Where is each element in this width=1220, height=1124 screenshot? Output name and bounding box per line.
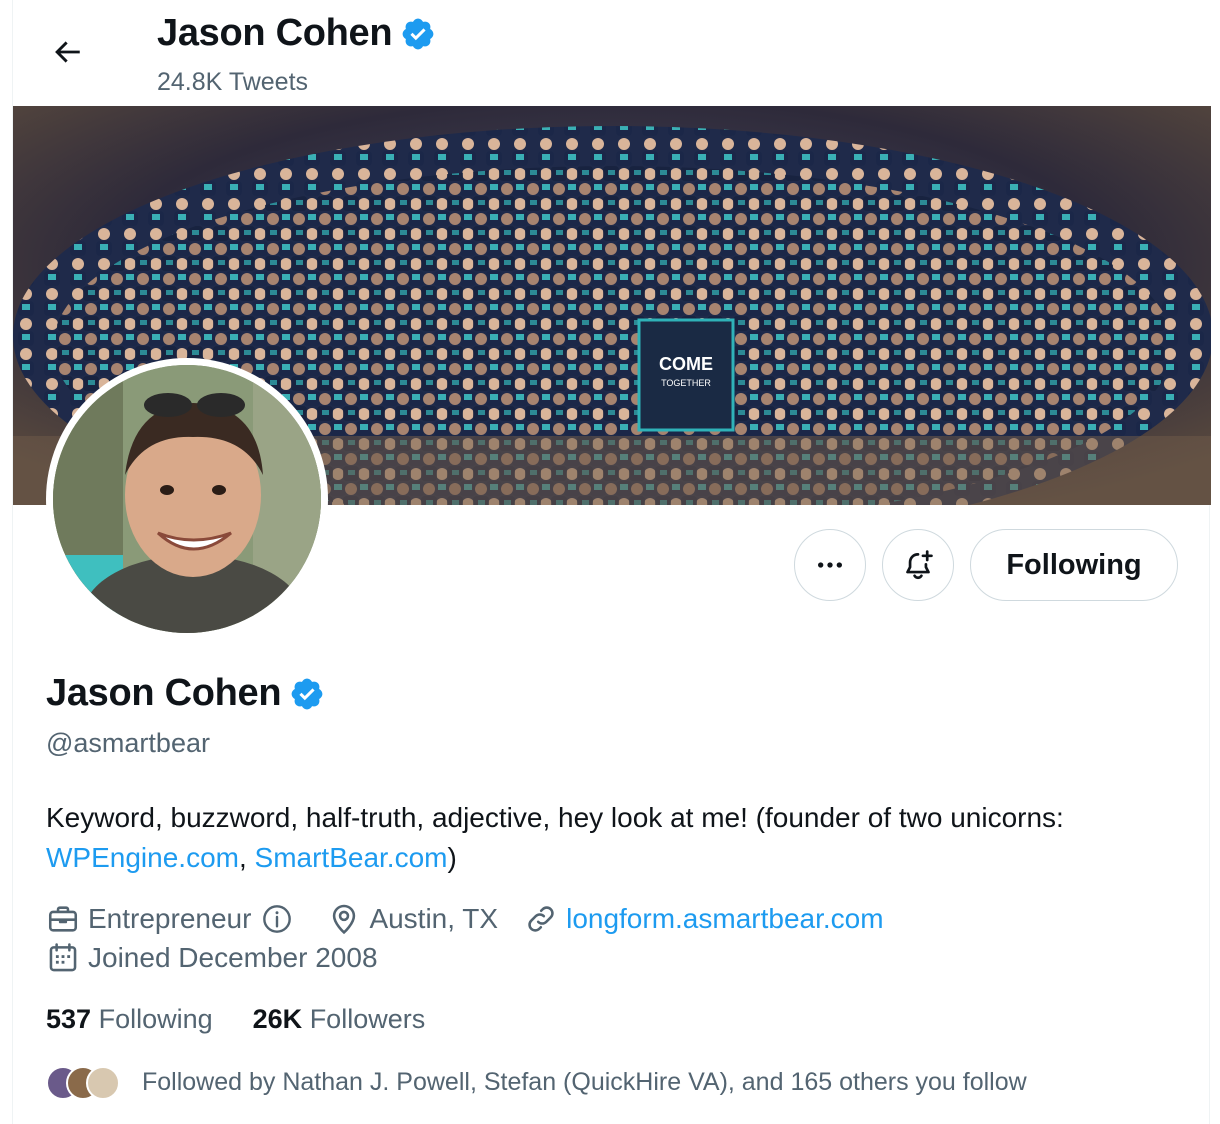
following-button[interactable]: Following xyxy=(970,529,1178,601)
notifications-button[interactable] xyxy=(882,529,954,601)
bio-text: Keyword, buzzword, half-truth, adjective… xyxy=(46,802,1064,833)
bio-separator: , xyxy=(238,842,255,873)
profile-column: Jason Cohen 24.8K Tweets COME TOGETHER F… xyxy=(12,0,1211,1124)
following-count: 537 xyxy=(46,1004,92,1034)
profile-meta-row: Entrepreneur Austin, TX longform.asmartb… xyxy=(46,902,910,936)
profile-handle: @asmartbear xyxy=(46,728,210,758)
profile-name-row: Jason Cohen xyxy=(46,672,325,715)
tweet-count: 24.8K Tweets xyxy=(157,68,309,96)
joined-label: Joined December 2008 xyxy=(88,942,378,973)
job-label: Entrepreneur xyxy=(88,903,252,934)
job-item: Entrepreneur xyxy=(46,902,301,936)
location-label: Austin, TX xyxy=(369,903,499,934)
verified-badge-icon xyxy=(402,18,434,49)
header-name-row: Jason Cohen xyxy=(157,12,436,55)
profile-header: Jason Cohen 24.8K Tweets xyxy=(13,0,1211,106)
website-link[interactable]: longform.asmartbear.com xyxy=(566,903,883,935)
location-item: Austin, TX xyxy=(327,902,498,936)
bio-end: ) xyxy=(447,842,457,873)
following-label: Following xyxy=(98,1004,213,1034)
followers-count: 26K xyxy=(252,1004,303,1034)
profile-stats: 537 Following 26K Followers xyxy=(46,1004,465,1035)
followed-by-link[interactable]: Followed by Nathan J. Powell, Stefan (Qu… xyxy=(46,1062,1027,1102)
info-icon[interactable] xyxy=(261,903,293,935)
profile-joined-row: Joined December 2008 xyxy=(46,941,404,975)
following-stat-link[interactable]: 537 Following xyxy=(46,1004,213,1035)
followers-label: Followers xyxy=(309,1004,426,1034)
arrow-left-icon xyxy=(55,41,80,63)
mini-avatar xyxy=(86,1066,120,1100)
bio-link-smartbear[interactable]: SmartBear.com xyxy=(255,842,448,873)
link-icon xyxy=(528,906,554,932)
profile-avatar[interactable] xyxy=(46,358,328,640)
more-options-button[interactable] xyxy=(794,529,866,601)
website-item: longform.asmartbear.com xyxy=(524,902,884,936)
back-button[interactable] xyxy=(45,30,89,74)
briefcase-icon xyxy=(48,906,78,932)
profile-name: Jason Cohen xyxy=(46,672,282,714)
banner-sign: COME TOGETHER xyxy=(637,318,735,432)
more-dots-icon xyxy=(818,562,842,568)
svg-text:COME: COME xyxy=(659,354,713,374)
calendar-icon xyxy=(49,943,77,972)
svg-text:TOGETHER: TOGETHER xyxy=(661,378,711,388)
followers-stat-link[interactable]: 26K Followers xyxy=(253,1004,426,1035)
verified-badge-icon xyxy=(291,678,323,709)
joined-item: Joined December 2008 xyxy=(46,941,378,975)
location-pin-icon xyxy=(333,904,356,935)
followers-you-know-avatars xyxy=(46,1062,126,1102)
profile-bio: Keyword, buzzword, half-truth, adjective… xyxy=(46,798,1166,878)
followed-by-text: Followed by Nathan J. Powell, Stefan (Qu… xyxy=(142,1067,1027,1096)
bell-plus-icon xyxy=(906,550,933,580)
bio-link-wpengine[interactable]: WPEngine.com xyxy=(46,842,239,873)
header-name: Jason Cohen xyxy=(157,12,393,54)
